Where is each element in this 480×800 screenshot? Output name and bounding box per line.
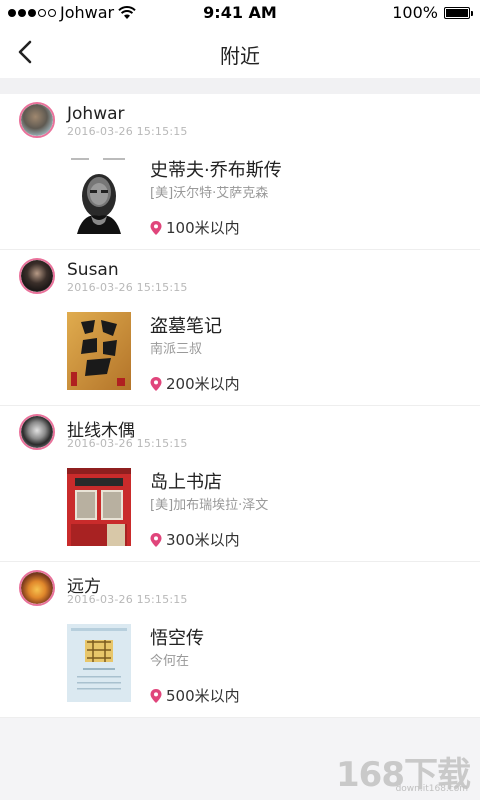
book-author: 南派三叔 bbox=[150, 342, 203, 357]
distance-text: 300米以内 bbox=[166, 531, 240, 549]
distance-text: 200米以内 bbox=[166, 375, 240, 393]
avatar[interactable] bbox=[19, 414, 55, 450]
distance-text: 500米以内 bbox=[166, 687, 240, 705]
status-right: 100% bbox=[392, 3, 473, 22]
location-pin-icon bbox=[150, 688, 162, 703]
distance: 500米以内 bbox=[150, 685, 240, 706]
timestamp: 2016-03-26 15:15:15 bbox=[67, 125, 188, 138]
book-title[interactable]: 盗墓笔记 bbox=[150, 312, 222, 338]
book-title[interactable]: 岛上书店 bbox=[150, 468, 222, 494]
book-title[interactable]: 史蒂夫·乔布斯传 bbox=[150, 156, 282, 182]
status-bar: Johwar 9:41 AM 100% bbox=[0, 0, 480, 26]
book-cover[interactable] bbox=[67, 156, 131, 234]
avatar[interactable] bbox=[19, 258, 55, 294]
book-cover[interactable] bbox=[67, 468, 131, 546]
bottom-area: 168下载 down.it168.com bbox=[0, 718, 480, 800]
book-author: [美]加布瑞埃拉·泽文 bbox=[150, 498, 269, 513]
timestamp: 2016-03-26 15:15:15 bbox=[67, 281, 188, 294]
book-author: 今何在 bbox=[150, 654, 190, 669]
book-author: [美]沃尔特·艾萨克森 bbox=[150, 186, 269, 201]
location-pin-icon bbox=[150, 220, 162, 235]
user-name[interactable]: Susan bbox=[67, 260, 119, 280]
list-item[interactable]: 远方 2016-03-26 15:15:15 悟空传 今何在 500米以内 bbox=[0, 562, 480, 718]
avatar[interactable] bbox=[19, 102, 55, 138]
list-item[interactable]: 扯线木偶 2016-03-26 15:15:15 岛上书店 [美]加布瑞埃拉·泽… bbox=[0, 406, 480, 562]
battery-percent: 100% bbox=[392, 3, 438, 22]
book-title[interactable]: 悟空传 bbox=[150, 624, 204, 650]
watermark-url: down.it168.com bbox=[395, 784, 468, 794]
avatar[interactable] bbox=[19, 570, 55, 606]
location-pin-icon bbox=[150, 376, 162, 391]
list-item[interactable]: Johwar 2016-03-26 15:15:15 史蒂夫·乔布斯传 [美]沃… bbox=[0, 94, 480, 250]
battery-icon bbox=[444, 6, 473, 19]
list-item[interactable]: Susan 2016-03-26 15:15:15 盗墓笔记 南派三叔 200米… bbox=[0, 250, 480, 406]
watermark: 168下载 down.it168.com bbox=[336, 758, 471, 794]
book-cover[interactable] bbox=[67, 624, 131, 702]
timestamp: 2016-03-26 15:15:15 bbox=[67, 593, 188, 606]
user-name[interactable]: Johwar bbox=[67, 104, 125, 124]
distance: 200米以内 bbox=[150, 373, 240, 394]
distance-text: 100米以内 bbox=[166, 219, 240, 237]
distance: 300米以内 bbox=[150, 529, 240, 550]
distance: 100米以内 bbox=[150, 217, 240, 238]
timestamp: 2016-03-26 15:15:15 bbox=[67, 437, 188, 450]
book-cover[interactable] bbox=[67, 312, 131, 390]
nearby-list: Johwar 2016-03-26 15:15:15 史蒂夫·乔布斯传 [美]沃… bbox=[0, 94, 480, 718]
section-divider bbox=[0, 78, 480, 94]
page-title: 附近 bbox=[220, 44, 260, 68]
location-pin-icon bbox=[150, 532, 162, 547]
nav-bar: 附近 bbox=[0, 26, 480, 78]
